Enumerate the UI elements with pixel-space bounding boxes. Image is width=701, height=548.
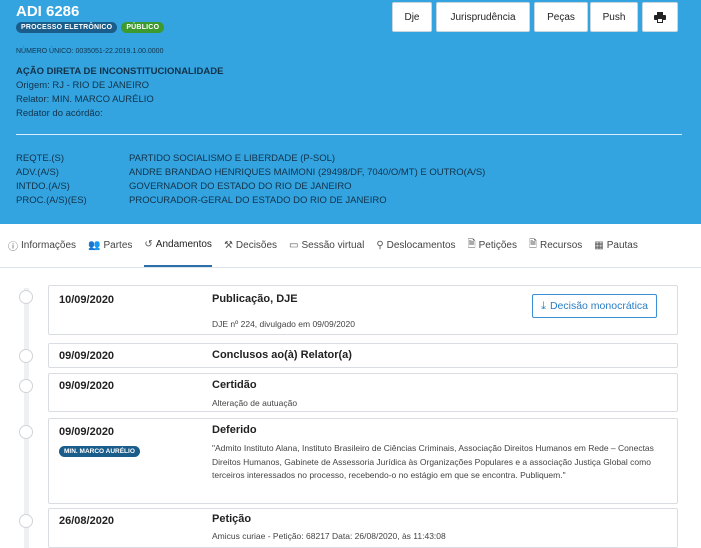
tab-label: Informações (21, 240, 77, 251)
tab-partes[interactable]: 👥 Partes (88, 224, 132, 267)
case-origin: Origem: RJ - RIO DE JANEIRO (16, 80, 150, 91)
entry-title: Deferido (212, 424, 257, 436)
gavel-icon: ⚒ (223, 240, 233, 251)
party-row: ADV.(A/S) ANDRE BRANDAO HENRIQUES MAIMONI… (16, 167, 485, 181)
map-marker-icon: ⚲ (376, 240, 384, 251)
tab-pautas[interactable]: ▦ Pautas (594, 224, 638, 267)
relator-badge: MIN. MARCO AURÉLIO (59, 446, 140, 457)
case-class: AÇÃO DIRETA DE INCONSTITUCIONALIDADE (16, 66, 224, 77)
users-icon: 👥 (88, 240, 101, 251)
timeline-entry: 26/08/2020 Petição Amicus curiae - Petiç… (48, 508, 678, 548)
timeline-dot (19, 379, 33, 393)
divider (16, 134, 682, 135)
file-icon: 🗎 (528, 239, 538, 250)
status-badge: PÚBLICO (121, 22, 165, 33)
timeline-entry: 09/09/2020 Certidão Alteração de autuaçã… (48, 373, 678, 412)
tab-label: Recursos (540, 240, 583, 251)
timeline-dot (19, 290, 33, 304)
entry-title: Publicação, DJE (212, 293, 298, 305)
tab-recursos[interactable]: 🗎 Recursos (529, 224, 582, 267)
push-button[interactable]: Push (590, 2, 638, 32)
entry-title: Certidão (212, 379, 257, 391)
monitor-icon: ▭ (289, 240, 299, 251)
party-role: INTDO.(A/S) (16, 181, 70, 192)
timeline: 10/09/2020 Publicação, DJE DJE nº 224, d… (0, 268, 701, 548)
print-button[interactable] (642, 2, 678, 32)
entry-title: Petição (212, 513, 252, 525)
tab-informacoes[interactable]: ⓘ Informações (8, 224, 76, 267)
party-name: PARTIDO SOCIALISMO E LIBERDADE (P-SOL) (129, 153, 336, 164)
case-header: ADI 6286 PROCESSO ELETRÔNICO PÚBLICO NÚM… (0, 0, 701, 224)
party-row: PROC.(A/S)(ES) PROCURADOR-GERAL DO ESTADO… (16, 195, 485, 209)
tab-label: Petições (478, 240, 517, 251)
case-relator-acordao: Redator do acórdão: (16, 108, 103, 119)
entry-date: 10/09/2020 (59, 294, 115, 306)
tab-peticoes[interactable]: 🗎 Petições (468, 224, 517, 267)
tab-label: Sessão virtual (301, 240, 365, 251)
party-name: ANDRE BRANDAO HENRIQUES MAIMONI (29498/D… (129, 167, 486, 178)
timeline-entry: 09/09/2020 Conclusos ao(à) Relator(a) (48, 343, 678, 368)
tab-label: Pautas (606, 240, 638, 251)
entry-description: Amicus curiae - Petição: 68217 Data: 26/… (212, 531, 446, 541)
parties-list: REQTE.(S) PARTIDO SOCIALISMO E LIBERDADE … (16, 153, 485, 209)
jurisprudencia-button[interactable]: Jurisprudência (436, 2, 530, 32)
entry-date: 26/08/2020 (59, 515, 115, 527)
timeline-dot (19, 349, 33, 363)
entry-date: 09/09/2020 (59, 426, 115, 438)
decisao-monocratica-button[interactable]: ⤓ Decisão monocrática (532, 294, 657, 318)
status-badge: PROCESSO ELETRÔNICO (16, 22, 118, 33)
timeline-line (24, 288, 29, 548)
tab-andamentos[interactable]: ↺ Andamentos (144, 224, 212, 267)
party-name: PROCURADOR-GERAL DO ESTADO DO RIO DE JAN… (129, 195, 387, 206)
party-role: PROC.(A/S)(ES) (16, 195, 87, 206)
calendar-icon: ▦ (594, 240, 604, 251)
case-relator: Relator: MIN. MARCO AURÉLIO (16, 94, 154, 105)
entry-description: "Admito Instituto Alana, Instituto Brasi… (212, 443, 654, 480)
info-icon: ⓘ (8, 242, 18, 253)
party-role: ADV.(A/S) (16, 167, 59, 178)
entry-description: DJE nº 224, divulgado em 09/09/2020 (212, 319, 355, 329)
tab-sessao-virtual[interactable]: ▭ Sessão virtual (289, 224, 364, 267)
download-icon: ⤓ (541, 299, 546, 312)
tab-decisoes[interactable]: ⚒ Decisões (224, 224, 277, 267)
party-row: INTDO.(A/S) GOVERNADOR DO ESTADO DO RIO D… (16, 181, 485, 195)
numero-unico: NÚMERO ÚNICO: 0035051-22.2019.1.00.0000 (16, 48, 164, 55)
entry-date: 09/09/2020 (59, 380, 115, 392)
entry-title: Conclusos ao(à) Relator(a) (212, 349, 352, 361)
tab-label: Decisões (235, 240, 278, 251)
case-badges: PROCESSO ELETRÔNICO PÚBLICO (16, 22, 165, 33)
entry-description: Alteração de autuação (212, 398, 298, 408)
case-title: ADI 6286 (16, 3, 80, 20)
history-icon: ↺ (144, 239, 153, 250)
party-role: REQTE.(S) (16, 153, 65, 164)
tab-label: Deslocamentos (386, 240, 456, 251)
timeline-dot (19, 425, 33, 439)
button-label: Decisão monocrática (549, 300, 648, 312)
entry-date: 09/09/2020 (59, 350, 115, 362)
timeline-dot (19, 514, 33, 528)
timeline-entry: 10/09/2020 Publicação, DJE DJE nº 224, d… (48, 285, 678, 335)
tab-label: Partes (103, 240, 133, 251)
tab-bar: ⓘ Informações 👥 Partes ↺ Andamentos ⚒ Decisõ… (0, 224, 701, 268)
timeline-entry: 09/09/2020 MIN. MARCO AURÉLIO Deferido "… (48, 418, 678, 504)
tab-label: Andamentos (155, 239, 212, 250)
tab-deslocamentos[interactable]: ⚲ Deslocamentos (376, 224, 455, 267)
dje-button[interactable]: Dje (392, 2, 432, 32)
file-icon: 🗎 (467, 239, 476, 250)
party-name: GOVERNADOR DO ESTADO DO RIO DE JANEIRO (129, 181, 352, 192)
pecas-button[interactable]: Peças (534, 2, 588, 32)
party-row: REQTE.(S) PARTIDO SOCIALISMO E LIBERDADE … (16, 153, 485, 167)
print-icon (654, 11, 666, 23)
